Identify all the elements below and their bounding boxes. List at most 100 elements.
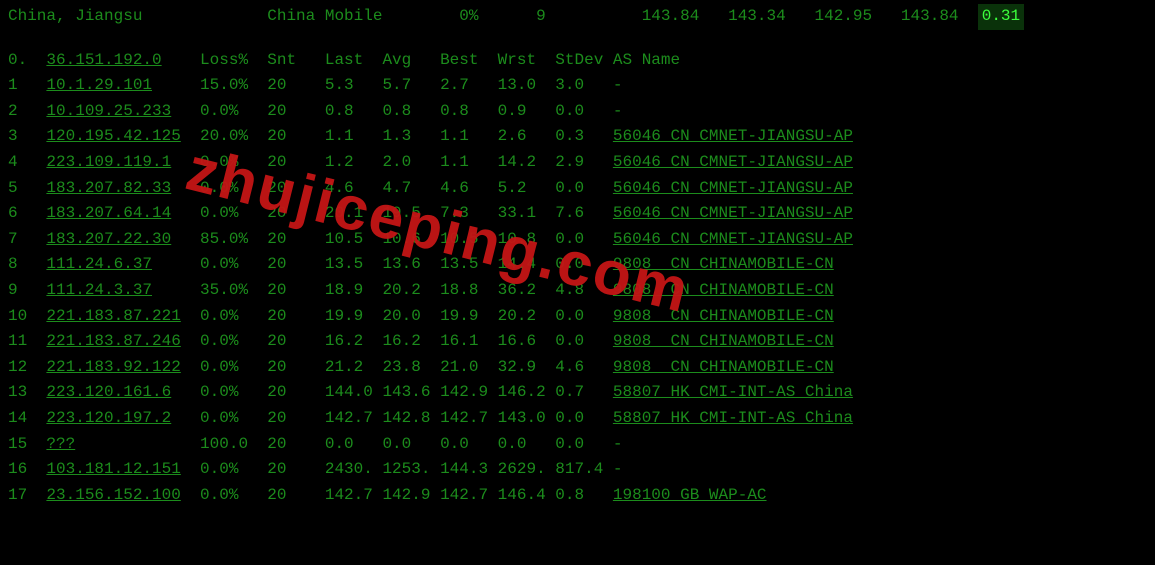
cell-snt: 20 xyxy=(267,201,325,227)
cell-loss: 20.0% xyxy=(200,124,267,150)
cell-avg: 1253. xyxy=(382,457,440,483)
table-row: 7183.207.22.3085.0%2010.510.610.510.80.0… xyxy=(8,227,1147,253)
cell-host[interactable]: 10.109.25.233 xyxy=(46,99,200,125)
cell-host[interactable]: 183.207.82.33 xyxy=(46,176,200,202)
cell-as[interactable]: 56046 CN CMNET-JIANGSU-AP xyxy=(613,176,1147,202)
cell-hop: 6 xyxy=(8,201,46,227)
cell-avg: 5.7 xyxy=(382,73,440,99)
cell-best: 1.1 xyxy=(440,150,498,176)
cell-host[interactable]: 221.183.87.246 xyxy=(46,329,200,355)
table-row: 8111.24.6.370.0%2013.513.613.514.40.0980… xyxy=(8,252,1147,278)
cell-as[interactable]: 9808 CN CHINAMOBILE-CN xyxy=(613,252,1147,278)
cell-wrst: 20.2 xyxy=(498,304,556,330)
cell-best: 142.9 xyxy=(440,380,498,406)
cell-host[interactable]: 103.181.12.151 xyxy=(46,457,200,483)
cell-host[interactable]: 223.120.161.6 xyxy=(46,380,200,406)
table-row: 6183.207.64.140.0%2020.119.57.333.17.656… xyxy=(8,201,1147,227)
cell-snt: 20 xyxy=(267,432,325,458)
header-row: 0. 36.151.192.0 Loss% Snt Last Avg Best … xyxy=(8,48,1147,74)
cell-hop: 4 xyxy=(8,150,46,176)
cell-hop: 13 xyxy=(8,380,46,406)
cell-wrst: 32.9 xyxy=(498,355,556,381)
cell-host[interactable]: 111.24.6.37 xyxy=(46,252,200,278)
table-row: 4223.109.119.10.0%201.22.01.114.22.95604… xyxy=(8,150,1147,176)
cell-wrst: 143.0 xyxy=(498,406,556,432)
cell-last: 142.7 xyxy=(325,483,383,509)
cell-as[interactable]: 58807 HK CMI-INT-AS China xyxy=(613,380,1147,406)
header-loss: Loss% xyxy=(200,48,267,74)
cell-as[interactable]: 9808 CN CHINAMOBILE-CN xyxy=(613,355,1147,381)
cell-host[interactable]: 223.109.119.1 xyxy=(46,150,200,176)
cell-host[interactable]: 183.207.64.14 xyxy=(46,201,200,227)
cell-host[interactable]: 183.207.22.30 xyxy=(46,227,200,253)
table-row: 14223.120.197.20.0%20142.7142.8142.7143.… xyxy=(8,406,1147,432)
cell-loss: 15.0% xyxy=(200,73,267,99)
cell-hop: 8 xyxy=(8,252,46,278)
summary-hops: 9 xyxy=(536,4,642,30)
cell-snt: 20 xyxy=(267,150,325,176)
table-row: 10221.183.87.2210.0%2019.920.019.920.20.… xyxy=(8,304,1147,330)
cell-hop: 15 xyxy=(8,432,46,458)
cell-last: 4.6 xyxy=(325,176,383,202)
cell-wrst: 33.1 xyxy=(498,201,556,227)
cell-loss: 0.0% xyxy=(200,304,267,330)
cell-last: 5.3 xyxy=(325,73,383,99)
header-host[interactable]: 36.151.192.0 xyxy=(46,48,200,74)
cell-as[interactable]: 58807 HK CMI-INT-AS China xyxy=(613,406,1147,432)
cell-avg: 23.8 xyxy=(382,355,440,381)
cell-best: 144.3 xyxy=(440,457,498,483)
summary-loss: 0% xyxy=(459,4,536,30)
cell-avg: 19.5 xyxy=(382,201,440,227)
cell-loss: 0.0% xyxy=(200,252,267,278)
cell-loss: 0.0% xyxy=(200,483,267,509)
cell-stdev: 3.0 xyxy=(555,73,613,99)
cell-hop: 5 xyxy=(8,176,46,202)
cell-best: 21.0 xyxy=(440,355,498,381)
cell-host[interactable]: 10.1.29.101 xyxy=(46,73,200,99)
cell-as[interactable]: 9808 CN CHINAMOBILE-CN xyxy=(613,304,1147,330)
cell-host[interactable]: 23.156.152.100 xyxy=(46,483,200,509)
table-row: 110.1.29.10115.0%205.35.72.713.03.0- xyxy=(8,73,1147,99)
table-row: 16103.181.12.1510.0%202430.1253.144.3262… xyxy=(8,457,1147,483)
cell-snt: 20 xyxy=(267,278,325,304)
cell-loss: 0.0% xyxy=(200,457,267,483)
cell-stdev: 4.8 xyxy=(555,278,613,304)
cell-loss: 0.0% xyxy=(200,176,267,202)
cell-best: 0.0 xyxy=(440,432,498,458)
header-snt: Snt xyxy=(267,48,325,74)
cell-as[interactable]: 56046 CN CMNET-JIANGSU-AP xyxy=(613,124,1147,150)
header-hop: 0. xyxy=(8,48,46,74)
cell-as[interactable]: 9808 CN CHINAMOBILE-CN xyxy=(613,329,1147,355)
cell-hop: 17 xyxy=(8,483,46,509)
cell-avg: 143.6 xyxy=(382,380,440,406)
cell-wrst: 36.2 xyxy=(498,278,556,304)
cell-loss: 100.0 xyxy=(200,432,267,458)
cell-hop: 2 xyxy=(8,99,46,125)
table-row: 12221.183.92.1220.0%2021.223.821.032.94.… xyxy=(8,355,1147,381)
cell-as[interactable]: 198100 GB WAP-AC xyxy=(613,483,1147,509)
cell-host[interactable]: 120.195.42.125 xyxy=(46,124,200,150)
cell-best: 16.1 xyxy=(440,329,498,355)
cell-hop: 16 xyxy=(8,457,46,483)
cell-best: 13.5 xyxy=(440,252,498,278)
table-row: 9111.24.3.3735.0%2018.920.218.836.24.898… xyxy=(8,278,1147,304)
cell-snt: 20 xyxy=(267,483,325,509)
cell-loss: 0.0% xyxy=(200,355,267,381)
cell-last: 144.0 xyxy=(325,380,383,406)
traceroute-table: 0. 36.151.192.0 Loss% Snt Last Avg Best … xyxy=(0,34,1155,517)
header-avg: Avg xyxy=(382,48,440,74)
cell-loss: 0.0% xyxy=(200,406,267,432)
cell-host[interactable]: 111.24.3.37 xyxy=(46,278,200,304)
cell-host[interactable]: ??? xyxy=(46,432,200,458)
cell-stdev: 0.0 xyxy=(555,227,613,253)
cell-hop: 10 xyxy=(8,304,46,330)
cell-as[interactable]: 9808 CN CHINAMOBILE-CN xyxy=(613,278,1147,304)
cell-best: 7.3 xyxy=(440,201,498,227)
cell-as[interactable]: 56046 CN CMNET-JIANGSU-AP xyxy=(613,201,1147,227)
cell-as[interactable]: 56046 CN CMNET-JIANGSU-AP xyxy=(613,150,1147,176)
cell-as[interactable]: 56046 CN CMNET-JIANGSU-AP xyxy=(613,227,1147,253)
cell-host[interactable]: 223.120.197.2 xyxy=(46,406,200,432)
cell-host[interactable]: 221.183.87.221 xyxy=(46,304,200,330)
cell-host[interactable]: 221.183.92.122 xyxy=(46,355,200,381)
cell-avg: 0.0 xyxy=(382,432,440,458)
